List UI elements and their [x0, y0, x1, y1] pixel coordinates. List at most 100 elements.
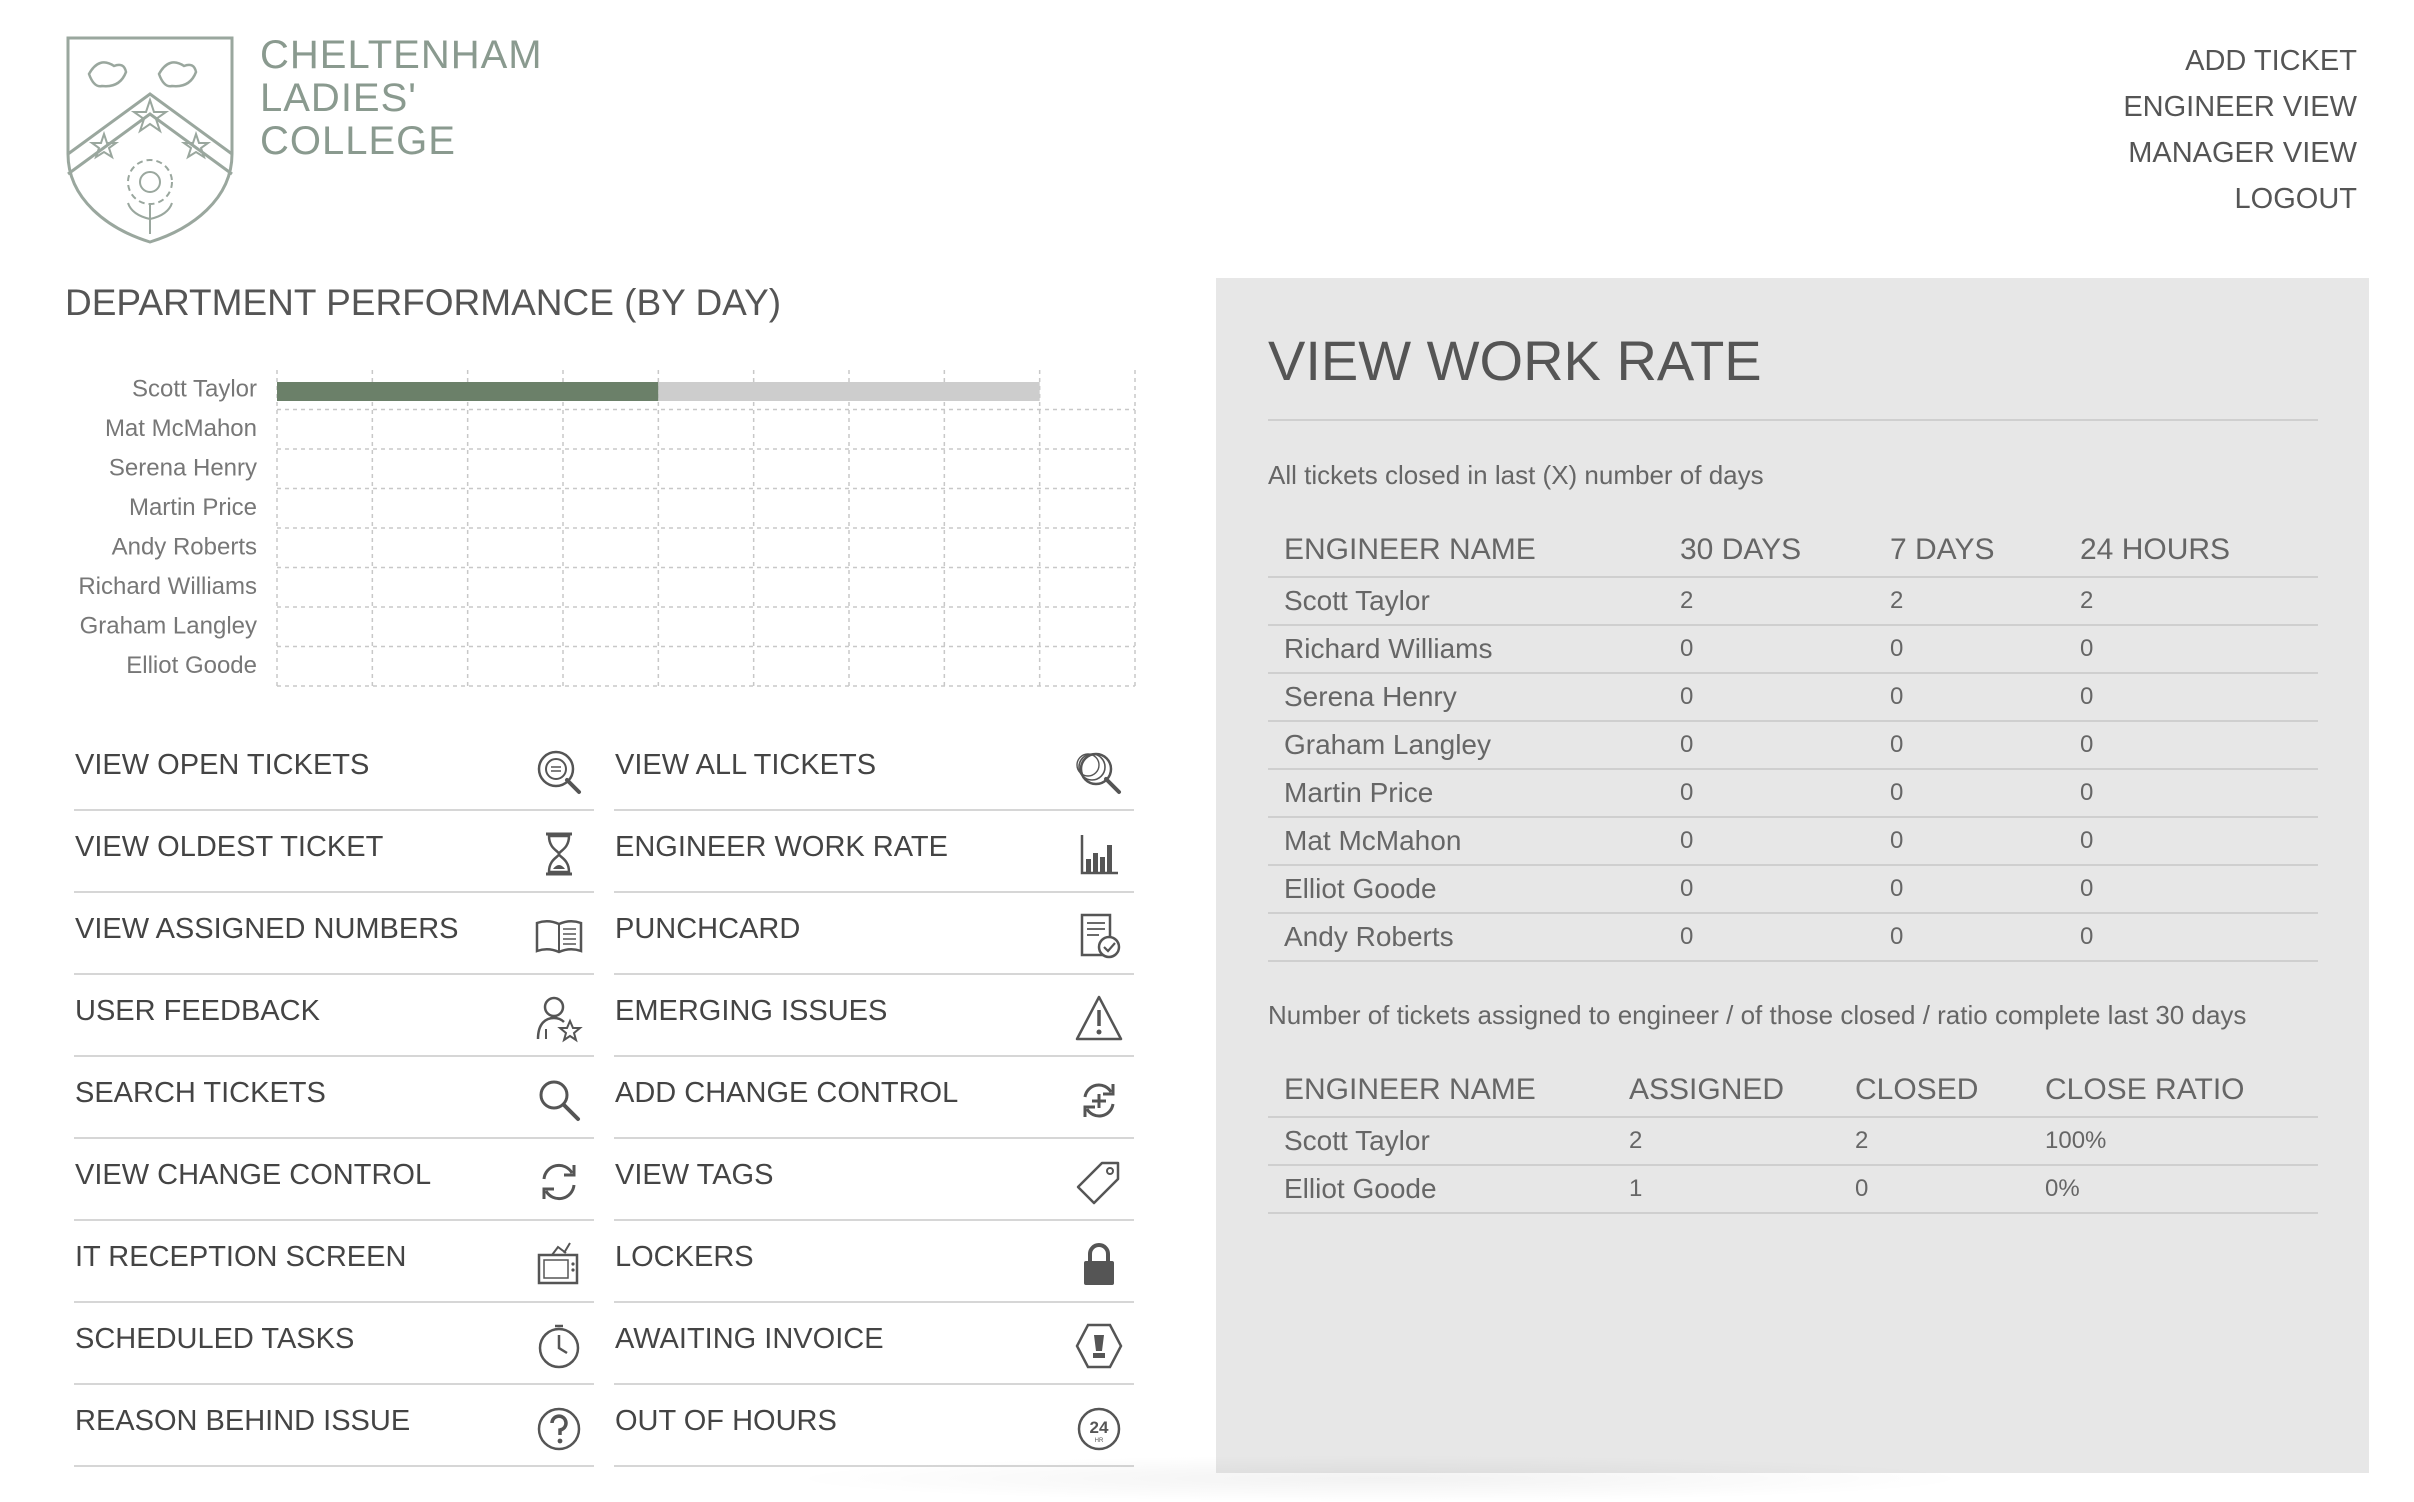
college-name: Cheltenham Ladies' College — [260, 34, 543, 163]
column-header-engineer-name: ENGINEER NAME — [1268, 1064, 1613, 1118]
work-rate-panel: View Work Rate All tickets closed in las… — [1216, 278, 2369, 1473]
menu-search-tickets[interactable]: SEARCH TICKETS — [74, 1057, 594, 1139]
menu-reason-behind-issue[interactable]: REASON BEHIND ISSUE — [74, 1385, 594, 1467]
menu-item-label: VIEW OPEN TICKETS — [75, 749, 370, 781]
svg-text:24: 24 — [1090, 1418, 1109, 1437]
value-cell: 0 — [1874, 817, 2064, 866]
engineer-name-cell: Richard Williams — [1268, 625, 1664, 674]
menu-item-label: SCHEDULED TASKS — [75, 1323, 355, 1355]
value-cell: 0% — [2029, 1165, 2318, 1214]
menu-engineer-work-rate[interactable]: ENGINEER WORK RATE — [614, 811, 1134, 893]
value-cell: 0 — [1874, 673, 2064, 722]
chart-title: Department Performance (by day) — [65, 282, 782, 323]
menu-item-label: IT RECEPTION SCREEN — [75, 1241, 407, 1273]
nav-manager-view[interactable]: MANAGER VIEW — [2123, 130, 2357, 176]
bar-chart-icon — [1074, 829, 1124, 879]
menu-item-label: SEARCH TICKETS — [75, 1077, 326, 1109]
search-icon — [534, 1075, 584, 1125]
value-cell: 0 — [1664, 865, 1874, 914]
value-cell: 0 — [2064, 625, 2318, 674]
svg-text:HR: HR — [1095, 1438, 1104, 1444]
table-header-row: ENGINEER NAME 30 DAYS 7 DAYS 24 HOURS — [1268, 524, 2318, 578]
value-cell: 2 — [1613, 1117, 1839, 1166]
menu-it-reception-screen[interactable]: IT RECEPTION SCREEN — [74, 1221, 594, 1303]
menu-item-label: PUNCHCARD — [615, 913, 801, 945]
refresh-icon — [534, 1157, 584, 1207]
value-cell: 0 — [1874, 865, 2064, 914]
menu-view-open-tickets[interactable]: VIEW OPEN TICKETS — [74, 729, 594, 811]
value-cell: 0 — [1664, 769, 1874, 818]
engineer-name-cell: Elliot Goode — [1268, 1165, 1613, 1214]
value-cell: 2 — [1664, 577, 1874, 626]
menu-user-feedback[interactable]: USER FEEDBACK — [74, 975, 594, 1057]
value-cell: 0 — [1664, 913, 1874, 962]
engineer-name-cell: Martin Price — [1268, 769, 1664, 818]
x-tick-label: 1.25 — [754, 719, 793, 720]
college-logo[interactable]: Cheltenham Ladies' College — [64, 34, 544, 244]
value-cell: 0 — [2064, 913, 2318, 962]
menu-item-label: AWAITING INVOICE — [615, 1323, 884, 1355]
book-icon — [534, 911, 584, 961]
value-cell: 0 — [2064, 865, 2318, 914]
menu-emerging-issues[interactable]: EMERGING ISSUES — [614, 975, 1134, 1057]
x-tick-label: 1.5 — [849, 719, 877, 720]
x-tick-label: 0 — [277, 719, 288, 720]
value-cell: 0 — [1664, 673, 1874, 722]
menu-item-label: VIEW ASSIGNED NUMBERS — [75, 913, 459, 945]
question-icon — [534, 1403, 584, 1453]
y-category-label: Scott Taylor — [132, 375, 257, 402]
bar-scott-taylor-series-0 — [277, 382, 659, 401]
menu-column-right: VIEW ALL TICKETS ENGINEER WORK RATE PUNC… — [614, 729, 1134, 1467]
menu-scheduled-tasks[interactable]: SCHEDULED TASKS — [74, 1303, 594, 1385]
hourglass-icon — [534, 829, 584, 879]
clock-icon — [534, 1321, 584, 1371]
nav-logout[interactable]: LOGOUT — [2123, 176, 2357, 222]
y-category-label: Elliot Goode — [126, 652, 257, 679]
menu-lockers[interactable]: LOCKERS — [614, 1221, 1134, 1303]
value-cell: 1 — [1613, 1165, 1839, 1214]
college-name-line3: College — [260, 119, 456, 163]
warning-icon — [1074, 993, 1124, 1043]
menu-punchcard[interactable]: PUNCHCARD — [614, 893, 1134, 975]
assigned-ratio-description: Number of tickets assigned to engineer /… — [1268, 1000, 2247, 1030]
value-cell: 0 — [1874, 913, 2064, 962]
college-name-line1: Cheltenham — [260, 33, 543, 77]
nav-add-ticket[interactable]: ADD TICKET — [2123, 38, 2357, 84]
close-ratio-table: ENGINEER NAME ASSIGNED CLOSED CLOSE RATI… — [1268, 1064, 2318, 1214]
top-nav: ADD TICKET ENGINEER VIEW MANAGER VIEW LO… — [2123, 38, 2357, 222]
menu-view-assigned-numbers[interactable]: VIEW ASSIGNED NUMBERS — [74, 893, 594, 975]
menu-view-oldest-ticket[interactable]: VIEW OLDEST TICKET — [74, 811, 594, 893]
y-category-label: Graham Langley — [80, 612, 257, 639]
menu-item-label: ADD CHANGE CONTROL — [615, 1077, 959, 1109]
invoice-icon — [1074, 1321, 1124, 1371]
column-header-engineer-name: ENGINEER NAME — [1268, 524, 1664, 578]
user-star-icon — [534, 993, 584, 1043]
multi-search-icon — [1074, 747, 1124, 797]
panel-title: View Work Rate — [1268, 329, 1762, 392]
college-name-line2: Ladies' — [260, 76, 417, 120]
menu-view-tags[interactable]: VIEW TAGS — [614, 1139, 1134, 1221]
menu-awaiting-invoice[interactable]: AWAITING INVOICE — [614, 1303, 1134, 1385]
value-cell: 0 — [2064, 817, 2318, 866]
engineer-name-cell: Andy Roberts — [1268, 913, 1664, 962]
y-category-label: Richard Williams — [78, 573, 257, 600]
value-cell: 0 — [2064, 721, 2318, 770]
engineer-name-cell: Elliot Goode — [1268, 865, 1664, 914]
department-performance-chart: 0 0.25 0.5 0.75 1 1.25 1.5 1.75 2 Scott Taylor Mat… — [78, 370, 1136, 720]
menu-column-left: VIEW OPEN TICKETS VIEW OLDEST TICKET VIE… — [74, 729, 594, 1467]
nav-engineer-view[interactable]: ENGINEER VIEW — [2123, 84, 2357, 130]
table-row: Elliot Goode 1 0 0% — [1268, 1165, 2318, 1214]
x-tick-label: 0.25 — [372, 719, 411, 720]
menu-item-label: VIEW TAGS — [615, 1159, 774, 1191]
value-cell: 0 — [1664, 817, 1874, 866]
engineer-name-cell: Graham Langley — [1268, 721, 1664, 770]
lock-icon — [1074, 1239, 1124, 1289]
menu-view-change-control[interactable]: VIEW CHANGE CONTROL — [74, 1139, 594, 1221]
closed-tickets-description: All tickets closed in last (X) number of… — [1268, 460, 1764, 490]
x-tick-label: 2 — [1040, 719, 1051, 720]
y-category-label: Andy Roberts — [112, 533, 257, 560]
menu-view-all-tickets[interactable]: VIEW ALL TICKETS — [614, 729, 1134, 811]
menu-add-change-control[interactable]: ADD CHANGE CONTROL — [614, 1057, 1134, 1139]
tag-icon — [1074, 1157, 1124, 1207]
menu-item-label: REASON BEHIND ISSUE — [75, 1405, 411, 1437]
